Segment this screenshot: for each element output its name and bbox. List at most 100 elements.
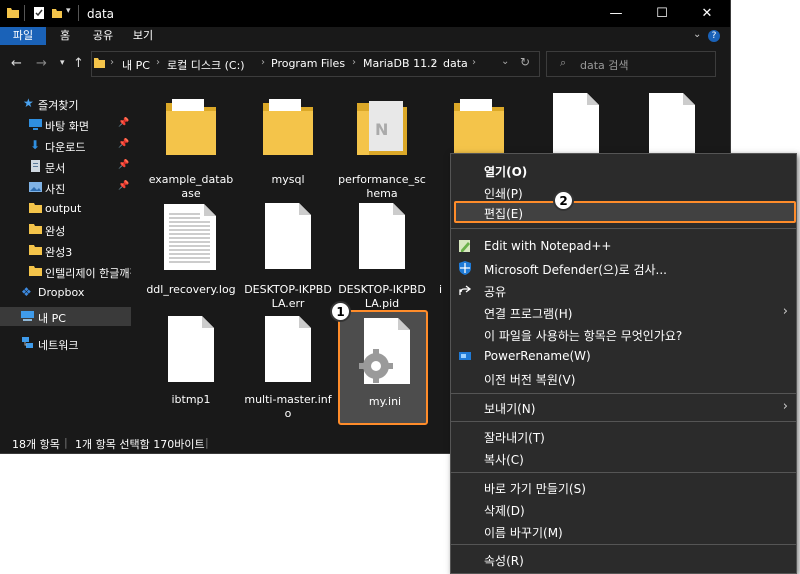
navigation-pane: ★ 즐겨찾기 바탕 화면 📌 ⬇ 다운로드 📌 문서 📌 사진 📌 output [0, 82, 131, 431]
menu-item-open[interactable]: 열기(O) [451, 159, 796, 181]
search-input[interactable]: ⌕ data 검색 [546, 51, 716, 77]
document-icon [31, 160, 40, 172]
svg-text:N: N [375, 120, 388, 139]
file-name: DESKTOP-IKPBDLA.err [244, 283, 332, 310]
menu-item-label: 복사(C) [484, 453, 524, 467]
search-placeholder: data 검색 [580, 59, 629, 72]
dropbox-icon: ❖ [21, 285, 32, 299]
sidebar-item-intellij[interactable]: 인텔리제이 한글깨짐 [0, 262, 131, 281]
sidebar-item-documents[interactable]: 문서 📌 [0, 157, 131, 176]
file-name: my.ini [368, 395, 402, 408]
menu-item-share[interactable]: 공유 [451, 279, 796, 301]
menu-item-label: 이름 바꾸기(M) [484, 526, 563, 540]
file-item[interactable]: ibtmp1 [146, 310, 236, 425]
maximize-button[interactable]: ☐ [639, 0, 685, 27]
address-bar[interactable]: › 내 PC › 로컬 디스크 (C:) › Program Files › M… [91, 51, 540, 77]
sidebar-item-desktop[interactable]: 바탕 화면 📌 [0, 115, 131, 134]
sidebar-item-dropbox[interactable]: ❖ Dropbox [0, 283, 131, 302]
menu-item-powerrename[interactable]: PowerRename(W) [451, 345, 796, 367]
folder-icon [94, 58, 105, 68]
file-item[interactable]: ddl_recovery.log [146, 200, 236, 315]
sidebar-item-label: 다운로드 [45, 141, 86, 154]
breadcrumb-item[interactable]: data [443, 57, 468, 70]
file-item[interactable]: multi-master.info [243, 310, 333, 425]
forward-arrow-icon[interactable]: → [36, 56, 47, 71]
sidebar-item-label: 완성 [45, 225, 66, 238]
tab-view[interactable]: 보기 [128, 27, 158, 45]
new-folder-icon[interactable] [51, 6, 63, 20]
recent-locations-icon[interactable]: ▾ [60, 58, 65, 68]
file-item[interactable]: example_database [146, 90, 236, 205]
sidebar-item-this-pc[interactable]: 내 PC [0, 307, 131, 326]
file-item[interactable]: DESKTOP-IKPBDLA.pid [337, 200, 427, 315]
title-bar: ▾ data — ☐ ✕ [0, 0, 730, 27]
share-icon [459, 285, 472, 295]
menu-item-restore-versions[interactable]: 이전 버전 복원(V) [451, 367, 796, 389]
menu-separator [451, 472, 796, 473]
file-item-selected[interactable]: my.ini [338, 310, 428, 425]
menu-item-print[interactable]: 인쇄(P) [451, 181, 796, 203]
properties-icon[interactable] [33, 6, 45, 20]
menu-item-label: 열기(O) [484, 165, 528, 179]
menu-item-send-to[interactable]: 보내기(N) › [451, 396, 796, 418]
minimize-button[interactable]: — [593, 0, 639, 27]
customize-toolbar-icon[interactable]: ▾ [66, 6, 71, 16]
tab-home[interactable]: 홈 [52, 27, 78, 45]
sidebar-item-network[interactable]: 네트워크 [0, 334, 131, 353]
sidebar-item-downloads[interactable]: ⬇ 다운로드 📌 [0, 136, 131, 155]
breadcrumb-item[interactable]: 로컬 디스크 (C:) [167, 57, 245, 73]
menu-item-properties[interactable]: 속성(R) [451, 548, 796, 570]
file-name: example_database [148, 173, 234, 200]
sidebar-item-label: 내 PC [38, 312, 66, 325]
tab-file[interactable]: 파일 [0, 27, 46, 45]
file-icon [553, 93, 599, 159]
status-divider: | [64, 436, 68, 449]
file-item[interactable]: N performance_schema [337, 90, 427, 205]
breadcrumb-item[interactable]: Program Files [271, 57, 345, 70]
menu-item-create-shortcut[interactable]: 바로 가기 만들기(S) [451, 476, 796, 498]
network-icon [22, 337, 33, 348]
tab-share[interactable]: 공유 [88, 27, 118, 45]
file-item[interactable]: DESKTOP-IKPBDLA.err [243, 200, 333, 315]
ribbon-expand-icon[interactable]: ⌄ [693, 29, 701, 40]
sidebar-item-label: 바탕 화면 [45, 120, 89, 133]
menu-item-delete[interactable]: 삭제(D) [451, 498, 796, 520]
close-icon: ✕ [701, 6, 713, 21]
file-name: ibtmp1 [171, 393, 211, 406]
sidebar-item-wanseong3[interactable]: 완성3 [0, 241, 131, 260]
menu-item-copy[interactable]: 복사(C) [451, 447, 796, 469]
minimize-icon: — [609, 6, 623, 21]
back-arrow-icon[interactable]: ← [11, 56, 22, 71]
sidebar-item-wanseong[interactable]: 완성 [0, 220, 131, 239]
sidebar-item-output[interactable]: output [0, 199, 131, 218]
menu-item-rename[interactable]: 이름 바꾸기(M) [451, 520, 796, 542]
menu-item-edit[interactable]: 편집(E) [454, 201, 796, 223]
menu-item-label: 편집(E) [484, 207, 524, 221]
folder-icon [29, 245, 42, 255]
sidebar-item-label: 사진 [45, 183, 66, 196]
pc-icon [21, 311, 34, 321]
file-name: multi-master.info [244, 393, 332, 420]
file-item[interactable]: mysql [243, 90, 333, 205]
menu-separator [451, 393, 796, 394]
menu-item-open-with[interactable]: 연결 프로그램(H) › [451, 301, 796, 323]
pin-icon: 📌 [118, 160, 130, 170]
menu-item-label: 바로 가기 만들기(S) [484, 482, 586, 496]
sidebar-item-favorites[interactable]: ★ 즐겨찾기 [0, 94, 131, 113]
breadcrumb-item[interactable]: MariaDB 11.2 [363, 57, 438, 70]
callout-badge-1: 1 [330, 301, 351, 322]
sidebar-item-pictures[interactable]: 사진 📌 [0, 178, 131, 197]
refresh-icon[interactable]: ↻ [520, 55, 530, 69]
address-dropdown-icon[interactable]: ⌄ [501, 56, 509, 67]
up-arrow-icon[interactable]: ↑ [73, 56, 84, 71]
breadcrumb-item[interactable]: 내 PC [122, 57, 150, 73]
ribbon: 파일 홈 공유 보기 ⌄ ? [0, 27, 730, 45]
close-button[interactable]: ✕ [684, 0, 730, 27]
callout-badge-2: 2 [553, 190, 574, 211]
help-icon[interactable]: ? [708, 30, 720, 42]
menu-item-what-uses[interactable]: 이 파일을 사용하는 항목은 무엇인가요? [451, 323, 796, 345]
menu-item-cut[interactable]: 잘라내기(T) [451, 425, 796, 447]
menu-item-defender[interactable]: Microsoft Defender(으)로 검사... [451, 257, 796, 279]
address-row: ← → ▾ ↑ › 내 PC › 로컬 디스크 (C:) › Program F… [0, 45, 730, 82]
menu-item-notepadpp[interactable]: Edit with Notepad++ [451, 235, 796, 257]
